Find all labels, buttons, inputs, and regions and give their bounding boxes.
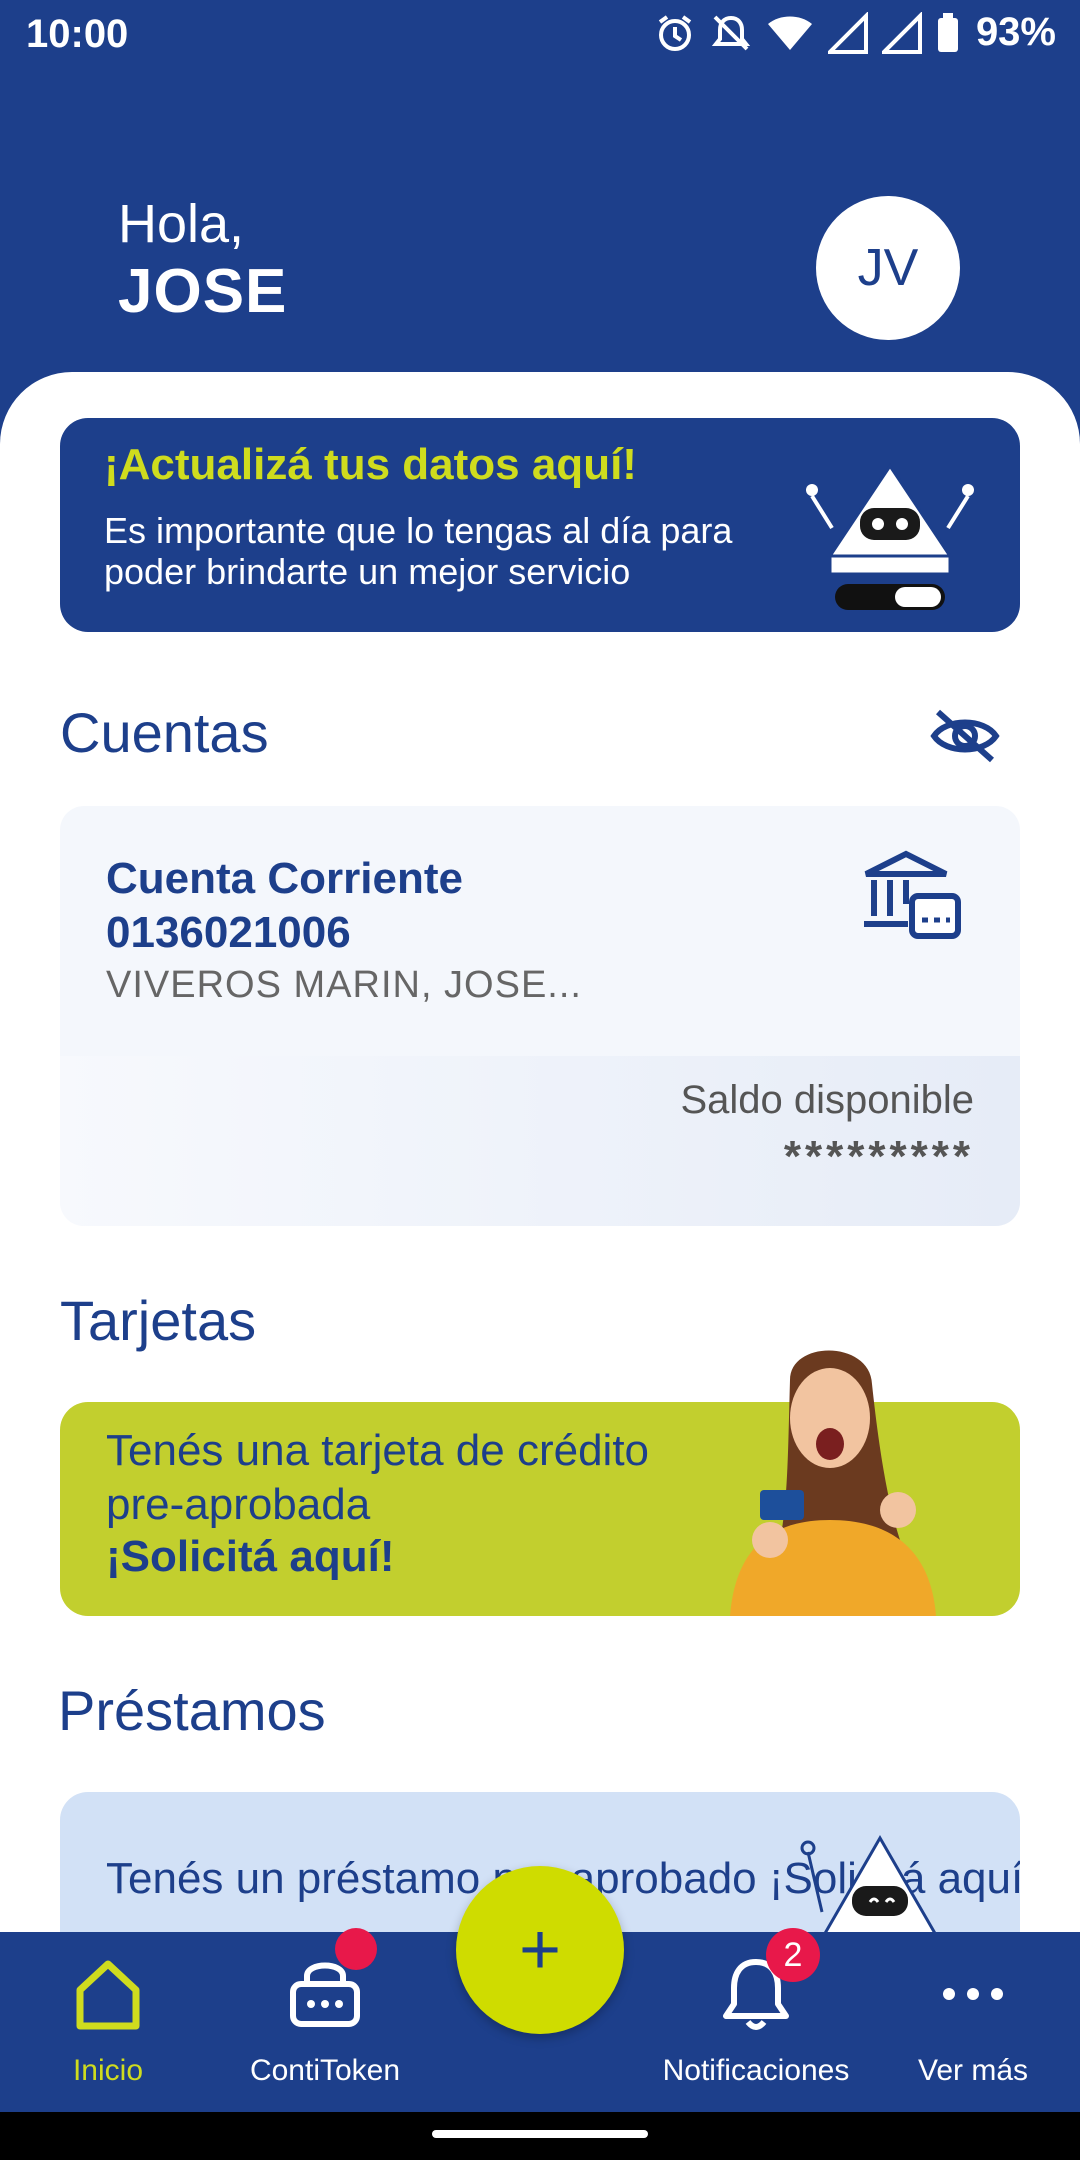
status-icons: 93% xyxy=(654,10,1056,55)
more-dots-icon xyxy=(943,1988,1003,2000)
loan-offer-text: Tenés un préstamo pre-aprobado ¡Solicitá… xyxy=(106,1854,1020,1903)
fab-add-button[interactable]: + xyxy=(456,1866,624,2034)
card-offer-text: Tenés una tarjeta de crédito pre-aprobad… xyxy=(106,1426,650,1529)
nav-contitoken[interactable]: ContiToken xyxy=(225,1928,425,2112)
nav-notifications[interactable]: 2 Notificaciones xyxy=(656,1928,856,2112)
account-type: Cuenta Corriente xyxy=(106,854,463,903)
cards-title: Tarjetas xyxy=(60,1289,257,1352)
nav-contitoken-label: ContiToken xyxy=(249,2054,401,2087)
signal-icon xyxy=(827,11,868,54)
home-gesture-bar[interactable] xyxy=(432,2130,648,2138)
avatar[interactable]: JV xyxy=(816,196,960,340)
update-banner-title: ¡Actualizá tus datos aquí! xyxy=(104,440,637,489)
woman-with-card-image xyxy=(730,1350,936,1616)
status-bar: 10:00 93% xyxy=(0,0,1080,72)
robot-mascot-icon xyxy=(806,463,974,610)
battery-icon xyxy=(937,12,958,52)
balance-value: ********* xyxy=(783,1132,974,1181)
notifications-off-icon xyxy=(711,15,751,50)
balance-label: Saldo disponible xyxy=(680,1078,974,1122)
nav-more-label: Ver más xyxy=(917,2054,1029,2087)
bank-icon xyxy=(864,850,961,939)
wifi-icon xyxy=(767,16,812,50)
alarm-icon xyxy=(658,14,692,51)
account-card[interactable]: Cuenta Corriente 0136021006 VIVEROS MARI… xyxy=(60,806,1020,1226)
nav-notifications-label: Notificaciones xyxy=(662,2054,850,2087)
card-offer-cta: ¡Solicitá aquí! xyxy=(106,1532,395,1581)
greeting-text: Hola, xyxy=(118,194,245,254)
home-icon xyxy=(76,1960,140,2030)
notifications-badge: 2 xyxy=(766,1928,820,1982)
loans-title: Préstamos xyxy=(58,1679,326,1742)
update-banner-text: Es importante que lo tengas al día para … xyxy=(104,510,733,592)
update-data-banner[interactable]: ¡Actualizá tus datos aquí! Es importante… xyxy=(60,418,1020,632)
contitoken-badge xyxy=(335,1928,377,1970)
battery-percentage: 93% xyxy=(975,10,1056,54)
signal-icon-2 xyxy=(881,11,922,54)
account-number: 0136021006 xyxy=(106,908,351,957)
eye-off-icon[interactable] xyxy=(930,708,1000,764)
account-owner: VIVEROS MARIN, JOSE... xyxy=(106,964,582,1006)
greeting: Hola, JOSE xyxy=(118,192,287,328)
status-time: 10:00 xyxy=(26,12,129,56)
accounts-title: Cuentas xyxy=(60,701,269,764)
nav-more[interactable]: Ver más xyxy=(873,1932,1073,2112)
account-balance-area: Saldo disponible ********* xyxy=(60,1056,1020,1226)
user-name: JOSE xyxy=(118,257,288,326)
nav-home[interactable]: Inicio xyxy=(8,1932,208,2112)
nav-home-label: Inicio xyxy=(72,2054,144,2087)
